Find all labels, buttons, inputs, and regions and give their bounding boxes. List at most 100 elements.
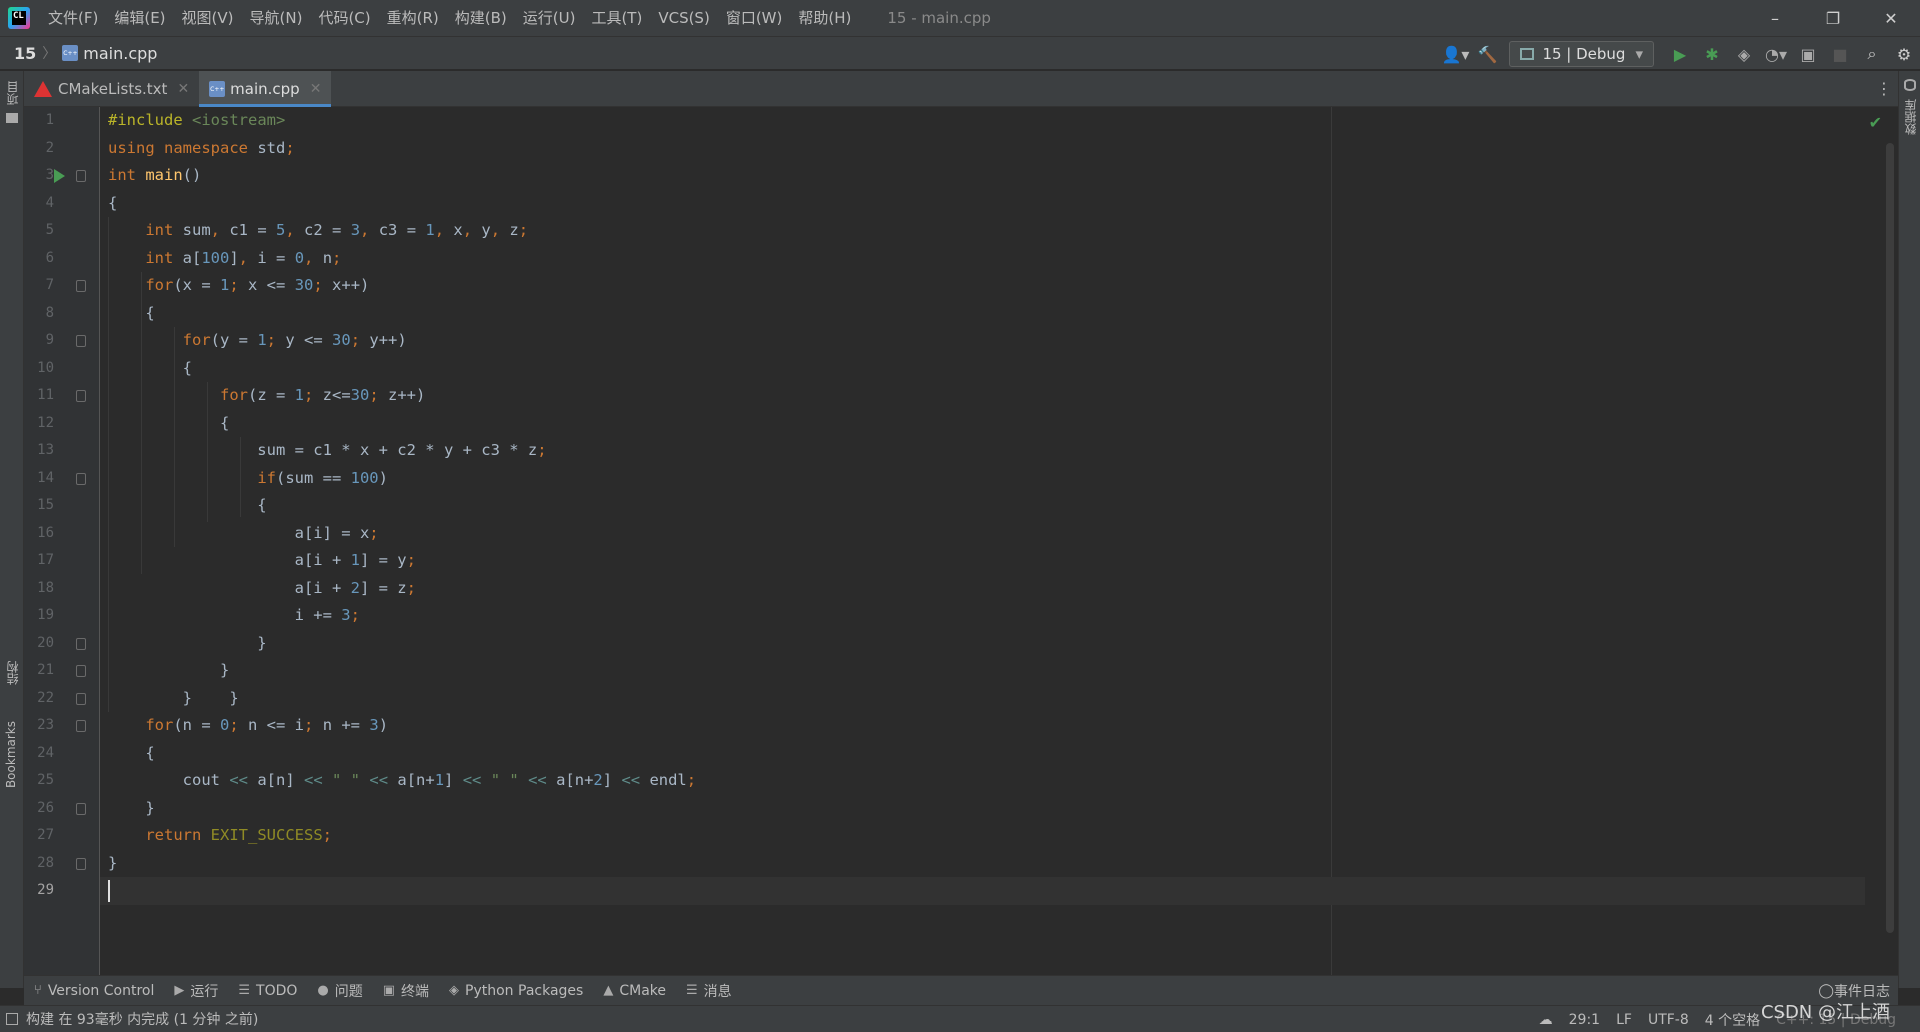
code-line: sum = c1 * x + c2 * y + c3 * z; <box>108 441 547 459</box>
line-number: 20 <box>37 634 54 651</box>
fold-marker-icon[interactable] <box>76 390 86 402</box>
line-number: 29 <box>37 882 54 898</box>
tab-main-cpp[interactable]: main.cpp ✕ <box>199 71 332 107</box>
tool-window-button[interactable]: ▲ CMake <box>593 983 676 999</box>
tool-window-button[interactable]: ☰ 消息 <box>676 981 742 1001</box>
tool-window-button[interactable]: ☰ TODO <box>228 983 307 999</box>
menu-item[interactable]: 构建(B) <box>447 0 515 36</box>
line-number: 6 <box>45 249 54 266</box>
menu-item[interactable]: 代码(C) <box>310 0 378 36</box>
minimize-button[interactable]: – <box>1746 0 1804 36</box>
tab-close-icon[interactable]: ✕ <box>310 81 322 97</box>
structure-tool-button[interactable]: 结构 <box>4 661 21 685</box>
tool-window-label: Version Control <box>47 982 155 999</box>
fold-marker-icon[interactable] <box>76 802 86 815</box>
caret-position[interactable]: 29:1 <box>1569 1012 1600 1028</box>
tool-window-button[interactable]: ◈ Python Packages <box>439 983 593 999</box>
vertical-scrollbar[interactable] <box>1886 143 1894 933</box>
more-options-icon[interactable]: ⋮ <box>1876 79 1892 98</box>
tool-window-button[interactable]: ● 问题 <box>307 981 372 1001</box>
fold-marker-icon[interactable] <box>76 857 86 870</box>
line-number: 24 <box>37 744 54 761</box>
tool-window-button[interactable]: ▣ 终端 <box>373 981 439 1001</box>
fold-marker-icon[interactable] <box>76 637 86 650</box>
tool-window-label: 问题 <box>334 983 363 1000</box>
settings-gear-icon[interactable]: ⚙ <box>1890 40 1918 68</box>
menu-item[interactable]: 导航(N) <box>242 0 311 36</box>
inspection-ok-check-icon[interactable]: ✔ <box>1869 113 1882 132</box>
left-tool-strip: 项目 结构 Bookmarks <box>0 71 24 988</box>
event-log-icon: ◯ <box>1818 983 1834 999</box>
menu-item[interactable]: VCS(S) <box>650 0 717 36</box>
bookmarks-tool-button[interactable]: Bookmarks <box>4 721 18 788</box>
tab-close-icon[interactable]: ✕ <box>177 81 189 97</box>
line-number: 7 <box>45 277 54 293</box>
run-gutter-icon[interactable] <box>54 169 65 183</box>
fold-marker-icon[interactable] <box>76 335 86 347</box>
menu-item[interactable]: 视图(V) <box>174 0 242 36</box>
database-icon <box>1904 79 1916 91</box>
editor-gutter: 1 2 3 4 5 6 7 8 9 10 11 12 13 14 15 16 17 18 19 20 21 22 23 24 2… <box>24 107 100 975</box>
restore-button[interactable]: ❐ <box>1804 0 1862 36</box>
file-encoding[interactable]: UTF-8 <box>1648 1012 1689 1028</box>
profile-icon[interactable]: ◔▾ <box>1762 40 1790 68</box>
menu-item[interactable]: 工具(T) <box>583 0 650 36</box>
attach-icon[interactable]: ▣ <box>1794 40 1822 68</box>
tool-window-button[interactable]: ▶ 运行 <box>164 981 228 1001</box>
tab-cmakelists[interactable]: CMakeLists.txt ✕ <box>24 71 199 107</box>
status-message[interactable]: 构建 在 93毫秒 内完成 (1 分钟 之前) <box>26 1009 258 1029</box>
code-line: a[i] = x; <box>108 523 379 542</box>
fold-marker-icon[interactable] <box>76 692 86 705</box>
line-number: 27 <box>37 827 54 843</box>
menu-item[interactable]: 运行(U) <box>515 0 584 36</box>
indent-setting[interactable]: 4 个空格 <box>1705 1010 1760 1030</box>
code-line: } } <box>108 688 239 707</box>
user-icon[interactable]: 👤▾ <box>1441 40 1469 68</box>
breadcrumb-project[interactable]: 15 <box>14 44 36 63</box>
run-icon[interactable]: ▶ <box>1666 40 1694 68</box>
run-configuration-select[interactable]: 15 | Debug ▾ <box>1509 41 1654 67</box>
run-configuration-label: 15 | Debug <box>1542 45 1626 63</box>
line-number: 14 <box>37 469 54 486</box>
line-separator[interactable]: LF <box>1616 1012 1632 1028</box>
breadcrumb-file[interactable]: main.cpp <box>83 44 157 63</box>
code-line: } <box>108 798 155 817</box>
fold-marker-icon[interactable] <box>76 472 86 485</box>
menu-item[interactable]: 编辑(E) <box>106 0 173 36</box>
search-icon[interactable]: ⌕ <box>1858 40 1886 68</box>
code-line: } <box>108 853 118 872</box>
coverage-icon[interactable]: ◈ <box>1730 40 1758 68</box>
menu-item[interactable]: 文件(F) <box>40 0 106 36</box>
line-number: 5 <box>45 222 54 238</box>
code-editor[interactable]: 1 2 3 4 5 6 7 8 9 10 11 12 13 14 15 16 17 18 19 20 21 22 23 24 2… <box>24 107 1898 975</box>
line-number: 11 <box>37 387 54 403</box>
code-line: for(x = 1; x <= 30; x++) <box>145 276 370 294</box>
project-tool-button[interactable]: 项目 <box>4 81 21 105</box>
code-line: { <box>108 303 155 322</box>
config-icon <box>1520 48 1535 60</box>
layout-toggle-icon[interactable] <box>6 1013 18 1025</box>
fold-marker-icon[interactable] <box>76 280 86 292</box>
vcs-icon: ⑂ <box>34 983 42 998</box>
stop-icon[interactable]: ■ <box>1826 40 1854 68</box>
menu-item[interactable]: 重构(R) <box>379 0 447 36</box>
code-line: #include <iostream> <box>108 111 286 129</box>
debug-icon[interactable]: ✱ <box>1698 40 1726 68</box>
code-line: a[i + 2] = z; <box>108 578 416 597</box>
fold-marker-icon[interactable] <box>76 665 86 677</box>
code-line: for(n = 0; n <= i; n += 3) <box>145 716 389 734</box>
menu-item[interactable]: 帮助(H) <box>790 0 859 36</box>
database-tool-button[interactable]: 数据库 <box>1902 99 1919 135</box>
build-hammer-icon[interactable]: 🔨 <box>1473 40 1501 68</box>
close-button[interactable]: ✕ <box>1862 0 1920 36</box>
fold-marker-icon[interactable] <box>76 170 86 182</box>
line-number: 4 <box>45 194 54 211</box>
cloud-icon[interactable]: ☁ <box>1539 1012 1553 1028</box>
menu-item[interactable]: 窗口(W) <box>718 0 791 36</box>
main-toolbar: 👤▾ 🔨 15 | Debug ▾ ▶ ✱ ◈ ◔▾ ▣ ■ ⌕ ⚙ <box>1439 37 1920 71</box>
fold-marker-icon[interactable] <box>76 720 86 732</box>
line-number: 28 <box>37 854 54 871</box>
code-area[interactable]: #include <iostream> using namespace std;… <box>100 107 1888 975</box>
line-number: 25 <box>37 772 54 788</box>
tool-window-button[interactable]: ⑂ Version Control <box>24 983 164 999</box>
